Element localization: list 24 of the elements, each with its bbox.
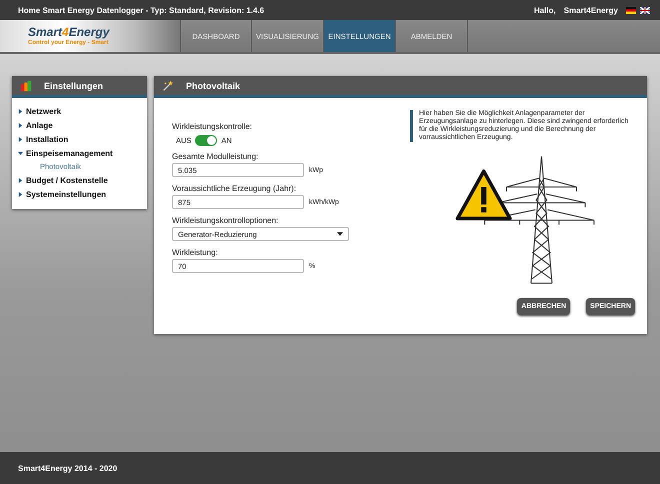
app-title: Home Smart Energy Datenlogger - Typ: Standard, Revision: 1.4.6 xyxy=(18,6,266,14)
user-name: Smart4Energy xyxy=(564,6,618,14)
british-flag-icon[interactable] xyxy=(640,6,650,14)
german-flag-icon[interactable] xyxy=(626,6,636,14)
menu-item[interactable]: Einspeisemanagement xyxy=(26,148,113,158)
panel-title: Photovoltaik xyxy=(186,80,240,90)
menu-item[interactable]: Installation xyxy=(26,134,68,144)
toggle-switch[interactable] xyxy=(195,135,218,146)
magic-wand-icon xyxy=(162,80,174,92)
menu-item[interactable]: Anlage xyxy=(26,120,53,130)
greeting-text: Hallo, xyxy=(534,6,556,14)
menu-item[interactable]: Budget / Kostenstelle xyxy=(26,176,108,184)
field-label: Gesamte Modulleistung: xyxy=(172,152,260,161)
caret-icon xyxy=(337,232,343,236)
field-label: Wirkleistungskontrolle: xyxy=(172,122,254,131)
logo-name: Smart4Energy xyxy=(28,25,111,39)
menu-item[interactable]: Systemeinstellungen xyxy=(26,190,106,198)
panel-title: Einstellungen xyxy=(44,80,104,90)
footer-text: Smart4Energy 2014 - 2020 xyxy=(18,464,118,472)
field-label: Wirkleistung: xyxy=(172,248,219,257)
field-label: Voraussichtliche Erzeugung (Jahr): xyxy=(172,184,298,193)
menu-item[interactable]: Netzwerk xyxy=(26,106,62,116)
bar-chart-icon xyxy=(20,80,32,92)
field-label: Wirkleistungskontrolloptionen: xyxy=(172,216,280,225)
